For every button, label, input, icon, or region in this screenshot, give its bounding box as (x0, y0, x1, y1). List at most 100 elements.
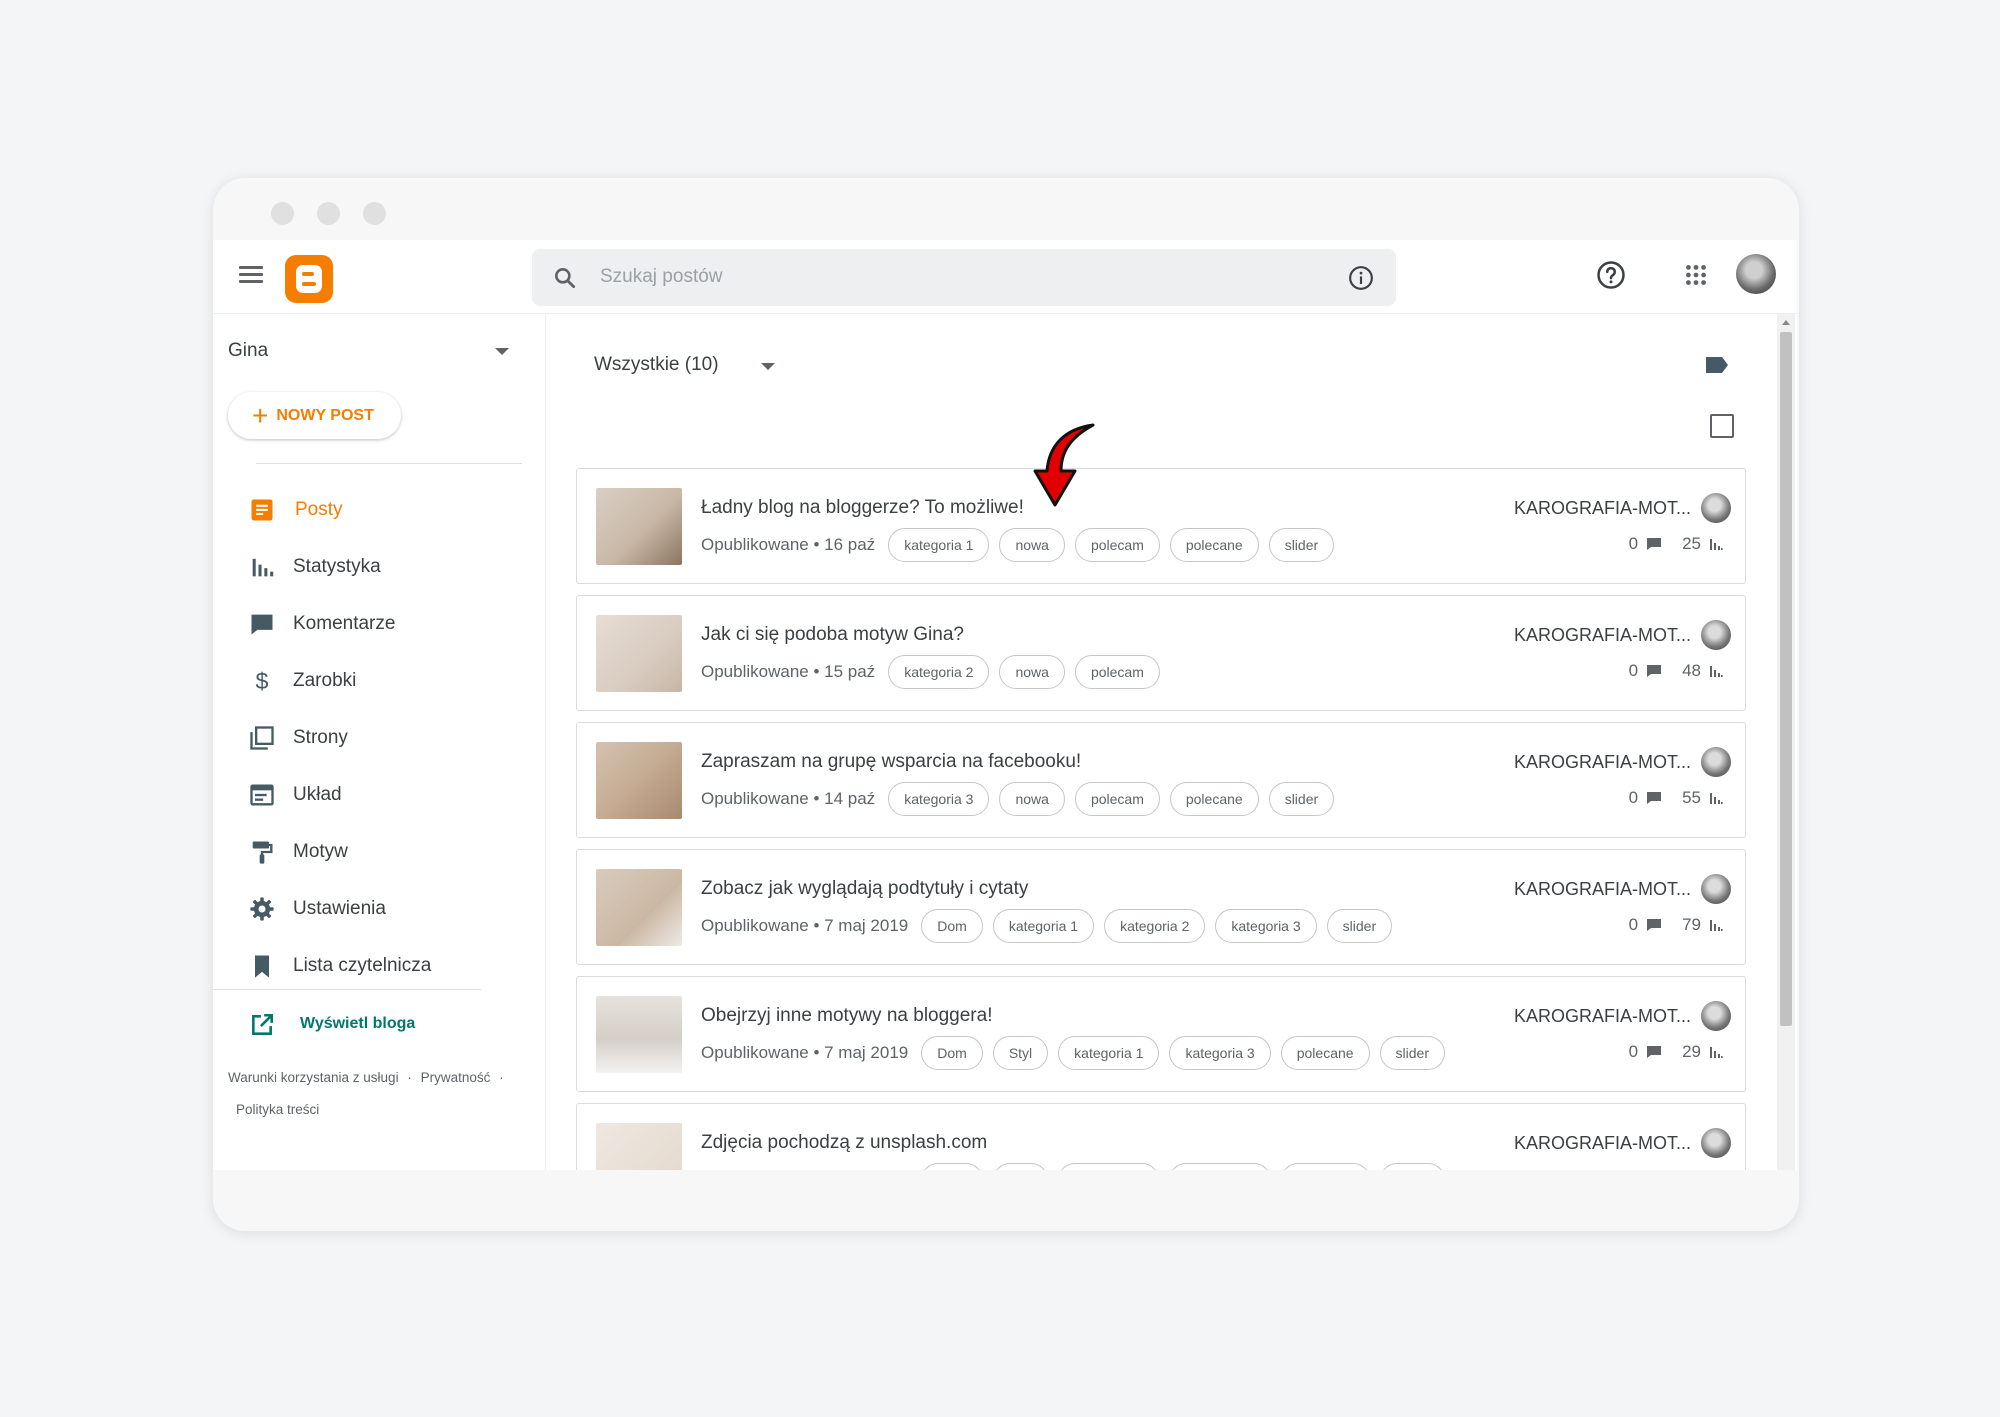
blog-selector[interactable]: Gina (228, 340, 268, 362)
new-post-button[interactable]: + NOWY POST (228, 392, 401, 439)
scrollbar-thumb[interactable] (1780, 332, 1792, 1026)
post-label-chip[interactable]: kategoria 3 (888, 782, 990, 816)
post-label-chip[interactable]: nowa (999, 655, 1065, 689)
post-label-chip[interactable]: nowa (999, 782, 1065, 816)
post-label-chip[interactable]: polecane (1280, 1163, 1370, 1170)
post-label-chip[interactable]: kategoria 1 (992, 909, 1095, 943)
sidebar-item-uklad[interactable]: Układ (213, 770, 546, 820)
sidebar-item-komentarze[interactable]: Komentarze (213, 599, 546, 649)
post-label-chip[interactable]: slider (1379, 1163, 1446, 1170)
blogger-logo[interactable] (285, 255, 333, 303)
hamburger-icon[interactable] (239, 266, 263, 284)
post-label-chip[interactable]: kategoria 1 (888, 528, 990, 562)
search-icon[interactable] (552, 265, 578, 291)
sidebar-item-zarobki[interactable]: $ Zarobki (213, 656, 546, 706)
posts-filter[interactable]: Wszystkie (10) (594, 354, 719, 376)
post-label-chip[interactable]: polecane (1280, 1036, 1370, 1070)
post-row[interactable]: Zobacz jak wyglądają podtytuły i cytaty O… (576, 849, 1746, 965)
post-label-chip[interactable]: polecam (1074, 655, 1160, 689)
window-controls (271, 202, 386, 225)
comment-icon (1647, 665, 1662, 677)
content-policy-link[interactable]: Polityka treści (236, 1102, 319, 1117)
post-label-chip[interactable]: slider (1268, 528, 1335, 562)
post-title[interactable]: Obejrzyj inne motywy na bloggera! (701, 1005, 992, 1027)
comment-count: 0 (1619, 1169, 1628, 1170)
user-avatar[interactable] (1736, 254, 1776, 294)
post-label-chip[interactable]: polecam (1074, 782, 1160, 816)
sidebar-item-lista-czytelnicza[interactable]: Lista czytelnicza (213, 941, 546, 991)
sidebar-item-label: Ustawienia (293, 898, 386, 919)
post-title[interactable]: Zdjęcia pochodzą z unsplash.com (701, 1132, 987, 1154)
post-title[interactable]: Jak ci się podoba motyw Gina? (701, 624, 964, 646)
layout-icon (250, 784, 274, 806)
post-row[interactable]: Ładny blog na bloggerze? To możliwe! Opub… (576, 468, 1746, 584)
post-label-chip[interactable]: Styl (992, 1036, 1049, 1070)
posts-list: Ładny blog na bloggerze? To możliwe! Opub… (576, 468, 1746, 1170)
info-icon[interactable] (1348, 265, 1374, 291)
post-label-chip[interactable]: kategoria 3 (1169, 1163, 1271, 1170)
views-icon (1710, 793, 1723, 804)
post-thumbnail[interactable] (596, 742, 682, 819)
chevron-down-icon[interactable] (495, 348, 509, 355)
sidebar-item-label: Lista czytelnicza (293, 955, 432, 976)
post-label-chip[interactable]: kategoria 1 (1058, 1163, 1160, 1170)
post-label-chip[interactable]: nowa (999, 528, 1065, 562)
post-label-chip[interactable]: kategoria 3 (1215, 909, 1317, 943)
post-stats: 0 29 (1629, 1042, 1723, 1062)
help-icon[interactable] (1596, 260, 1626, 290)
post-row[interactable]: Obejrzyj inne motywy na bloggera! Opublik… (576, 976, 1746, 1092)
sidebar-item-statystyka[interactable]: Statystyka (213, 542, 546, 592)
posts-icon (251, 499, 273, 521)
sidebar: Gina + NOWY POST Posty Statystyka Komenta… (213, 314, 546, 1170)
window-maximize-dot[interactable] (363, 202, 386, 225)
post-title[interactable]: Ładny blog na bloggerze? To możliwe! (701, 497, 1024, 519)
post-title[interactable]: Zobacz jak wyglądają podtytuły i cytaty (701, 878, 1028, 900)
post-label-chip[interactable]: kategoria 2 (1104, 909, 1206, 943)
post-title[interactable]: Zapraszam na grupę wsparcia na facebooku… (701, 751, 1081, 773)
post-thumbnail[interactable] (596, 488, 682, 565)
select-all-checkbox[interactable] (1710, 414, 1734, 438)
chevron-down-icon[interactable] (761, 363, 775, 370)
post-label-chip[interactable]: polecane (1169, 528, 1259, 562)
author-avatar (1701, 1001, 1731, 1031)
post-thumbnail[interactable] (596, 615, 682, 692)
bookmark-icon (255, 955, 269, 978)
comment-icon (1647, 1046, 1662, 1058)
apps-grid-icon[interactable] (1683, 262, 1709, 288)
post-label-chip[interactable]: kategoria 2 (888, 655, 990, 689)
view-count: 79 (1682, 915, 1701, 934)
post-label-chip[interactable]: Styl (992, 1163, 1049, 1170)
label-icon[interactable] (1705, 356, 1729, 374)
post-thumbnail[interactable] (596, 1123, 682, 1170)
terms-link[interactable]: Warunki korzystania z usługi (228, 1070, 399, 1085)
post-label-chip[interactable]: Dom (921, 909, 983, 943)
post-label-chip[interactable]: kategoria 3 (1169, 1036, 1271, 1070)
post-label-chip[interactable]: polecam (1074, 528, 1160, 562)
post-label-chip[interactable]: polecane (1169, 782, 1259, 816)
sidebar-item-ustawienia[interactable]: Ustawienia (213, 884, 546, 934)
post-label-chip[interactable]: slider (1379, 1036, 1446, 1070)
search-input[interactable] (600, 261, 1320, 293)
post-row[interactable]: Zdjęcia pochodzą z unsplash.comOpublikow… (576, 1103, 1746, 1170)
post-label-chip[interactable]: slider (1268, 782, 1335, 816)
sidebar-item-strony[interactable]: Strony (213, 713, 546, 763)
view-blog-link[interactable]: Wyświetl bloga (213, 1002, 546, 1048)
scrollbar[interactable] (1777, 314, 1795, 1170)
post-thumbnail[interactable] (596, 996, 682, 1073)
post-label-chip[interactable]: kategoria 1 (1058, 1036, 1160, 1070)
post-label-chip[interactable]: slider (1326, 909, 1393, 943)
sidebar-item-motyw[interactable]: Motyw (213, 827, 546, 877)
post-row[interactable]: Zapraszam na grupę wsparcia na facebooku… (576, 722, 1746, 838)
stats-icon (252, 558, 274, 577)
comment-count: 0 (1628, 661, 1639, 680)
window-close-dot[interactable] (271, 202, 294, 225)
comment-count: 0 (1628, 788, 1639, 807)
post-label-chip[interactable]: Dom (921, 1163, 983, 1170)
post-thumbnail[interactable] (596, 869, 682, 946)
window-minimize-dot[interactable] (317, 202, 340, 225)
post-label-chip[interactable]: Dom (921, 1036, 983, 1070)
privacy-link[interactable]: Prywatność (421, 1070, 491, 1085)
sidebar-item-posty[interactable]: Posty (213, 485, 546, 535)
post-row[interactable]: Jak ci się podoba motyw Gina? Opublikowan… (576, 595, 1746, 711)
scroll-up-arrow-icon[interactable] (1782, 320, 1790, 325)
